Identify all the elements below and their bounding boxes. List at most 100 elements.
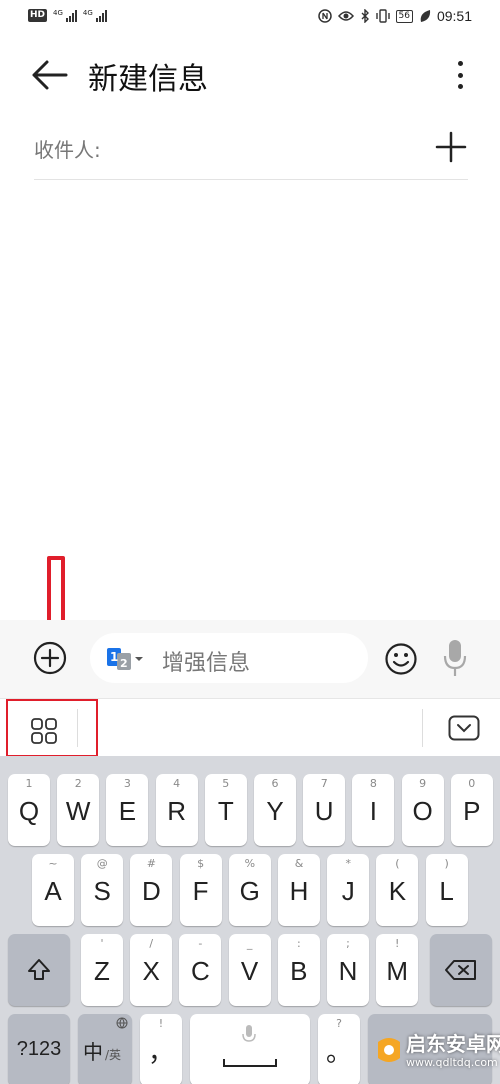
key-hint: $ bbox=[197, 857, 205, 870]
sim-card-selector-icon[interactable]: 1 2 bbox=[106, 647, 144, 671]
key-hint: _ bbox=[246, 937, 253, 950]
language-switch-key[interactable]: 中 /英 bbox=[78, 1014, 132, 1084]
space-key[interactable] bbox=[190, 1014, 310, 1084]
emoji-icon[interactable] bbox=[384, 642, 418, 676]
keyboard-menu-highlight[interactable] bbox=[6, 699, 98, 757]
key-hint: - bbox=[198, 937, 203, 950]
key-c[interactable]: -C bbox=[179, 934, 222, 1006]
hd-indicator: HD bbox=[28, 9, 48, 22]
key-hint: 5 bbox=[222, 777, 230, 790]
key-label: Y bbox=[266, 796, 284, 826]
key-j[interactable]: * J bbox=[327, 854, 370, 926]
keyboard-menu-grid-icon[interactable] bbox=[30, 717, 58, 745]
key-m[interactable]: ! M bbox=[376, 934, 419, 1006]
key-label: T bbox=[217, 796, 234, 826]
eye-comfort-icon bbox=[337, 11, 354, 21]
key-z[interactable]: ' Z bbox=[81, 934, 123, 1006]
key-hint: * bbox=[345, 857, 351, 870]
space-bar-icon bbox=[223, 1059, 277, 1067]
key-label: V bbox=[240, 956, 259, 986]
key-hint: @ bbox=[96, 857, 108, 870]
app-header: 新建信息 bbox=[0, 44, 500, 106]
key-w[interactable]: 2W bbox=[57, 774, 100, 846]
key-label: D bbox=[142, 876, 161, 906]
site-watermark: 启东安卓网 www.qdltdq.com bbox=[372, 1022, 500, 1084]
key-x[interactable]: / X bbox=[130, 934, 173, 1006]
key-hint: 1 bbox=[25, 777, 33, 790]
key-hint: 7 bbox=[320, 777, 328, 790]
key-label: Z bbox=[94, 956, 110, 986]
key-l[interactable]: ) L bbox=[425, 854, 468, 926]
network-type-1: 4G bbox=[53, 8, 63, 17]
key-hint: 4 bbox=[173, 777, 181, 790]
key-y[interactable]: 6Y bbox=[254, 774, 296, 846]
key-hint: 0 bbox=[468, 777, 476, 790]
key-label: B bbox=[290, 956, 308, 986]
key-t[interactable]: 5T bbox=[204, 774, 247, 846]
key-hint: # bbox=[146, 857, 156, 870]
key-hint: 9 bbox=[419, 777, 427, 790]
add-attachment-icon[interactable] bbox=[32, 640, 68, 676]
key-label: F bbox=[192, 876, 209, 906]
recipient-label: 收件人: bbox=[34, 138, 101, 162]
numbers-symbols-key[interactable]: ?123 bbox=[8, 1014, 70, 1084]
back-arrow-icon[interactable] bbox=[30, 58, 70, 92]
key-hint: % bbox=[244, 857, 256, 870]
key-i[interactable]: 8I bbox=[352, 774, 395, 846]
sim-badge-2: 2 bbox=[120, 657, 128, 670]
key-label: O bbox=[412, 796, 433, 826]
message-input[interactable]: 1 2 增强信息 bbox=[90, 633, 368, 683]
key-label: S bbox=[93, 876, 111, 906]
key-label: X bbox=[142, 956, 160, 986]
hide-keyboard-icon[interactable] bbox=[448, 715, 480, 741]
clock: 09:51 bbox=[436, 8, 472, 24]
numbers-key-label: ?123 bbox=[16, 1038, 62, 1060]
message-placeholder: 增强信息 bbox=[162, 651, 251, 676]
microphone-icon[interactable] bbox=[442, 638, 468, 678]
key-o[interactable]: 9O bbox=[401, 774, 444, 846]
voice-input-icon bbox=[242, 1025, 256, 1042]
keyboard-toolbar bbox=[0, 698, 500, 757]
comma-key-hint: ! bbox=[158, 1017, 164, 1030]
key-k[interactable]: (K bbox=[376, 854, 419, 926]
key-e[interactable]: 3E bbox=[106, 774, 149, 846]
key-b[interactable]: :B bbox=[277, 934, 320, 1006]
key-label: U bbox=[314, 796, 334, 826]
vibrate-icon bbox=[375, 9, 390, 23]
key-r[interactable]: 4R bbox=[155, 774, 198, 846]
key-label: K bbox=[388, 876, 407, 906]
key-d[interactable]: # D bbox=[130, 854, 173, 926]
shift-key[interactable] bbox=[8, 934, 70, 1006]
backspace-key[interactable] bbox=[430, 934, 492, 1006]
backspace-icon bbox=[445, 960, 476, 980]
key-g[interactable]: % G bbox=[228, 854, 271, 926]
key-hint: ~ bbox=[48, 857, 58, 870]
key-u[interactable]: 7U bbox=[303, 774, 346, 846]
key-n[interactable]: ; N bbox=[327, 934, 369, 1006]
key-label: N bbox=[338, 956, 358, 986]
key-h[interactable]: & H bbox=[278, 854, 320, 926]
period-key-hint: ? bbox=[336, 1017, 342, 1030]
add-contact-plus-icon[interactable] bbox=[434, 130, 468, 164]
network-type-2: 4G bbox=[82, 8, 93, 17]
key-label: Q bbox=[18, 796, 40, 826]
more-options-icon[interactable] bbox=[450, 58, 470, 92]
key-label: E bbox=[118, 796, 137, 826]
signal-icon-2: 4G bbox=[82, 8, 107, 22]
watermark-url: www.qdltdq.com bbox=[406, 1056, 498, 1069]
recipient-field[interactable]: 收件人: bbox=[34, 124, 468, 180]
battery-indicator: 56 bbox=[395, 9, 413, 23]
key-s[interactable]: @ S bbox=[81, 854, 124, 926]
key-label: P bbox=[463, 796, 481, 826]
key-label: L bbox=[439, 876, 454, 906]
key-v[interactable]: _ V bbox=[228, 934, 271, 1006]
key-p[interactable]: 0P bbox=[450, 774, 493, 846]
key-q[interactable]: 1Q bbox=[8, 774, 50, 846]
comma-key[interactable]: ! ， bbox=[140, 1014, 182, 1084]
key-a[interactable]: ~ A bbox=[32, 854, 74, 926]
comma-key-label: ， bbox=[147, 1037, 174, 1067]
key-label: J bbox=[341, 876, 355, 906]
period-key[interactable]: ? 。 bbox=[318, 1014, 360, 1084]
nfc-icon bbox=[317, 9, 332, 23]
key-f[interactable]: $ F bbox=[179, 854, 222, 926]
